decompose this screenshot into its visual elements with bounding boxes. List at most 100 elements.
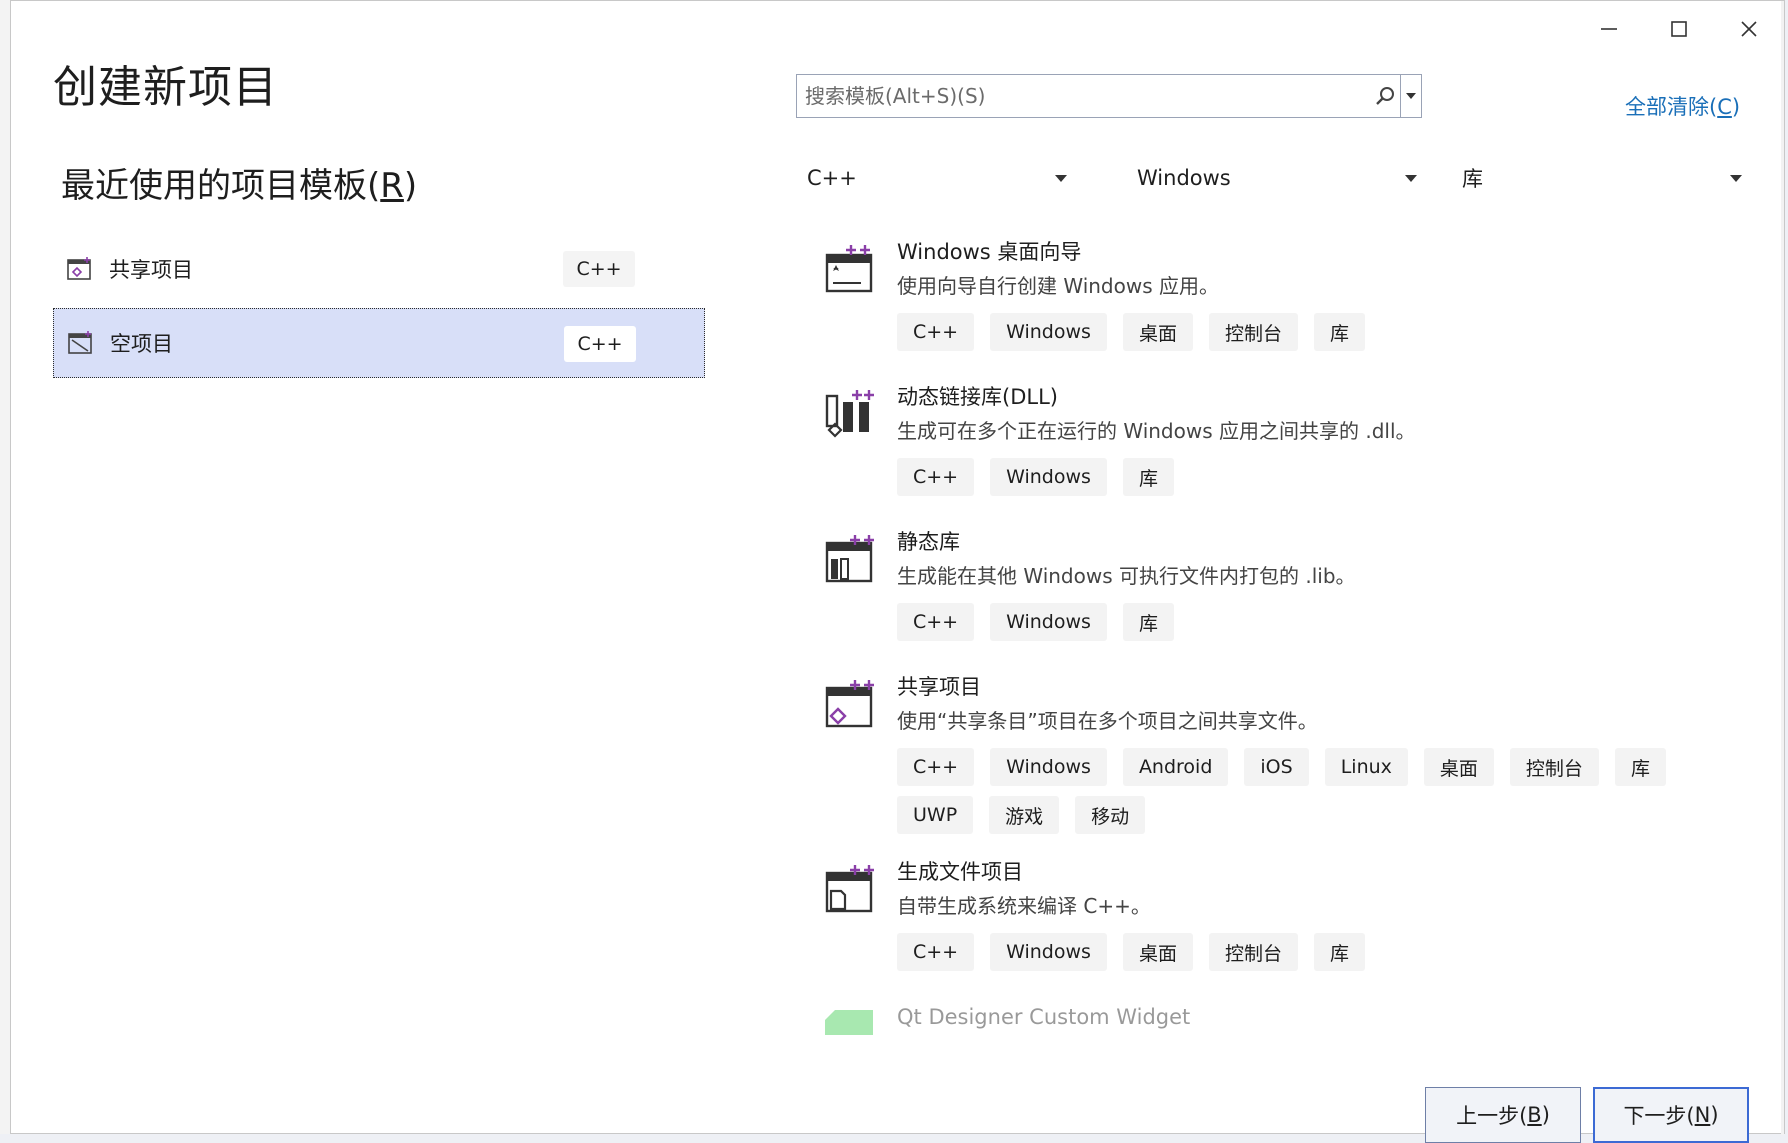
template-tag: 库 — [1122, 603, 1174, 641]
page-title: 创建新项目 — [53, 62, 278, 113]
minimize-button[interactable] — [1574, 1, 1644, 57]
back-button-text: 上一步( — [1456, 1104, 1528, 1128]
next-button-text: 下一步( — [1623, 1104, 1695, 1128]
language-tag: C++ — [564, 326, 636, 362]
template-tag: 库 — [1122, 458, 1174, 496]
template-item-dll[interactable]: 动态链接库(DLL) 生成可在多个正在运行的 Windows 应用之间共享的 .… — [821, 380, 1771, 525]
template-item-makefile-project[interactable]: 生成文件项目 自带生成系统来编译 C++。 C++ Windows 桌面 控制台… — [821, 855, 1771, 1000]
recent-title-text: 最近使用的项目模板( — [61, 166, 381, 206]
static-lib-icon — [825, 535, 874, 583]
back-button-accesskey: B — [1527, 1103, 1542, 1127]
project-type-filter-value: 库 — [1462, 167, 1483, 191]
template-tags: C++ Windows 库 — [897, 458, 1771, 506]
platform-filter-value: Windows — [1137, 166, 1231, 190]
background-window-edge — [0, 0, 10, 1134]
template-tag: UWP — [897, 796, 974, 834]
template-tag: Android — [1122, 748, 1229, 786]
template-tag: 控制台 — [1208, 933, 1298, 971]
dialog-buttons: 上一步(B) 下一步(N) — [1425, 1087, 1749, 1143]
template-tag: 移动 — [1075, 796, 1146, 834]
template-tag: 游戏 — [989, 796, 1060, 834]
next-button[interactable]: 下一步(N) — [1593, 1087, 1749, 1143]
template-tag: Windows — [990, 603, 1107, 641]
template-tag: C++ — [897, 933, 975, 971]
template-tag: C++ — [897, 603, 975, 641]
template-item-shared-project[interactable]: 共享项目 使用“共享条目”项目在多个项目之间共享文件。 C++ Windows … — [821, 670, 1771, 855]
recent-item-shared-project[interactable]: 共享项目 C++ — [53, 234, 705, 304]
maximize-button[interactable] — [1644, 1, 1714, 57]
next-button-end: ) — [1710, 1103, 1719, 1127]
template-name: 生成文件项目 — [897, 860, 1023, 884]
template-name: Qt Designer Custom Widget — [897, 1005, 1191, 1029]
clear-all-text: 全部清除( — [1625, 95, 1718, 119]
template-tag: 库 — [1313, 933, 1365, 971]
template-search-box — [796, 74, 1422, 118]
template-tag: Linux — [1324, 748, 1408, 786]
recent-templates-list: 共享项目 C++ 空项目 C++ — [53, 234, 705, 382]
template-list: Windows 桌面向导 使用向导自行创建 Windows 应用。 C++ Wi… — [821, 235, 1771, 1035]
template-name: 共享项目 — [897, 675, 981, 699]
back-button-end: ) — [1541, 1103, 1550, 1127]
template-item-windows-desktop-wizard[interactable]: Windows 桌面向导 使用向导自行创建 Windows 应用。 C++ Wi… — [821, 235, 1771, 380]
template-tag: 控制台 — [1208, 313, 1298, 351]
template-tags: C++ Windows 桌面 控制台 库 — [897, 933, 1771, 981]
template-tag: iOS — [1244, 748, 1309, 786]
clear-all-end: ) — [1731, 95, 1741, 119]
recent-title-end: ) — [403, 166, 418, 206]
template-tag: 库 — [1313, 313, 1365, 351]
right-edge — [1781, 1, 1784, 1135]
template-tag: 库 — [1614, 748, 1666, 786]
next-button-accesskey: N — [1694, 1103, 1711, 1127]
template-description: 自带生成系统来编译 C++。 — [897, 894, 1151, 918]
chevron-down-icon — [1405, 174, 1417, 182]
template-item-qt-designer-widget[interactable]: Qt Designer Custom Widget — [821, 1000, 1771, 1035]
template-description: 使用“共享条目”项目在多个项目之间共享文件。 — [897, 709, 1318, 733]
template-tag: 桌面 — [1122, 313, 1193, 351]
template-description: 使用向导自行创建 Windows 应用。 — [897, 274, 1219, 298]
template-tag: C++ — [897, 313, 975, 351]
template-tags: C++ Windows 库 — [897, 603, 1771, 651]
template-tag: Windows — [990, 748, 1107, 786]
clear-all-accesskey: C — [1717, 95, 1732, 119]
empty-project-icon — [68, 331, 92, 354]
desktop-wizard-icon — [825, 245, 873, 293]
search-options-dropdown[interactable] — [1400, 75, 1421, 117]
template-tag: 桌面 — [1423, 748, 1494, 786]
back-button[interactable]: 上一步(B) — [1425, 1087, 1581, 1143]
search-icon — [1376, 87, 1394, 105]
recent-item-label: 共享项目 — [109, 258, 193, 282]
template-item-static-library[interactable]: 静态库 生成能在其他 Windows 可执行文件内打包的 .lib。 C++ W… — [821, 525, 1771, 670]
project-type-filter-dropdown[interactable]: 库 — [1452, 158, 1752, 198]
template-description: 生成可在多个正在运行的 Windows 应用之间共享的 .dll。 — [897, 419, 1416, 443]
maximize-icon — [1671, 21, 1687, 37]
template-name: 静态库 — [897, 530, 960, 554]
recent-item-empty-project[interactable]: 空项目 C++ — [53, 308, 705, 378]
template-tags: C++ Windows Android iOS Linux 桌面 控制台 库 U… — [897, 748, 1771, 844]
platform-filter-dropdown[interactable]: Windows — [1127, 158, 1427, 198]
minimize-icon — [1601, 28, 1617, 30]
template-name: Windows 桌面向导 — [897, 240, 1082, 264]
search-button[interactable] — [1370, 76, 1400, 116]
clear-all-link[interactable]: 全部清除(C) — [1625, 91, 1740, 121]
makefile-project-icon — [825, 865, 874, 913]
chevron-down-icon — [1730, 174, 1742, 182]
chevron-down-icon — [1406, 93, 1416, 99]
template-tag: C++ — [897, 458, 975, 496]
create-project-dialog: 创建新项目 最近使用的项目模板(R) 共享项目 C++ 空项目 C++ 搜索模板… — [10, 0, 1785, 1143]
recent-title-accesskey: R — [380, 166, 404, 206]
qt-icon — [825, 1010, 873, 1035]
template-name: 动态链接库(DLL) — [897, 385, 1058, 409]
search-input[interactable] — [797, 75, 1370, 117]
close-button[interactable] — [1714, 1, 1784, 57]
shared-project-icon — [67, 257, 91, 280]
recent-item-label: 空项目 — [110, 332, 173, 356]
template-tag: 控制台 — [1509, 748, 1599, 786]
language-filter-dropdown[interactable]: C++ — [797, 158, 1077, 198]
shared-project-icon — [825, 680, 874, 728]
dll-icon — [825, 390, 874, 438]
template-tags: C++ Windows 桌面 控制台 库 — [897, 313, 1771, 361]
template-tag: 桌面 — [1122, 933, 1193, 971]
language-filter-value: C++ — [807, 166, 857, 190]
template-tag: C++ — [897, 748, 975, 786]
window-controls — [1574, 1, 1784, 57]
